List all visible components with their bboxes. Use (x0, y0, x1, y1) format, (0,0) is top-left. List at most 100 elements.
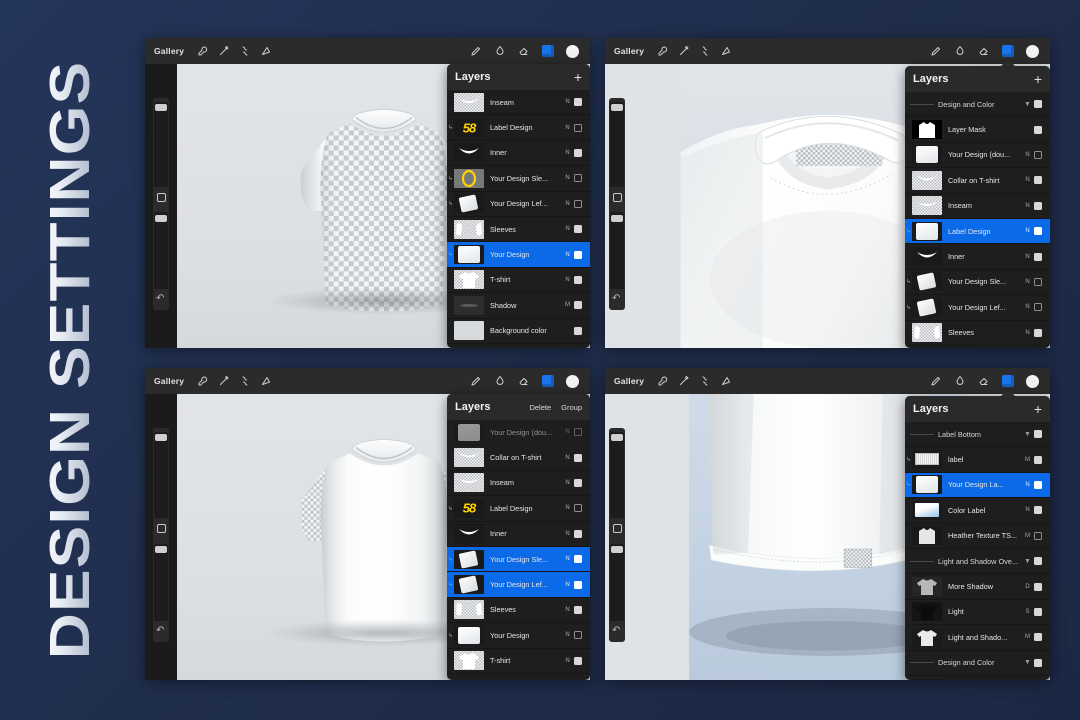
layer-thumbnail[interactable] (454, 651, 484, 670)
layer-blend-mode[interactable]: N (561, 658, 574, 664)
layer-row[interactable]: ↳ 58 Label Design N (447, 115, 590, 140)
selection-icon[interactable] (239, 45, 251, 57)
layer-thumbnail[interactable] (454, 550, 484, 569)
layer-thumbnail[interactable] (912, 501, 942, 520)
layer-row[interactable]: ↳ Your Design La... N (905, 473, 1050, 498)
layer-visibility-checkbox[interactable] (574, 174, 582, 182)
layer-blend-mode[interactable]: D (1021, 584, 1034, 590)
wrench-icon[interactable] (657, 45, 669, 57)
layers-icon[interactable] (1002, 45, 1014, 57)
transform-icon[interactable] (720, 375, 732, 387)
layer-thumbnail[interactable] (454, 296, 484, 315)
add-layer-button[interactable]: + (1034, 72, 1042, 86)
layer-visibility-checkbox[interactable] (1034, 557, 1042, 565)
layer-thumbnail[interactable] (912, 475, 942, 494)
layer-row[interactable]: Inseam N (447, 471, 590, 496)
layer-row[interactable]: Heather Texture TS... M (905, 524, 1050, 549)
layer-row[interactable]: ↳ Your Design N (447, 242, 590, 267)
layer-thumbnail[interactable] (912, 679, 942, 680)
layer-row[interactable]: Inner N (447, 141, 590, 166)
layer-visibility-checkbox[interactable] (574, 276, 582, 284)
brush-opacity-track[interactable] (154, 544, 168, 621)
layer-thumbnail[interactable] (454, 473, 484, 492)
layer-row[interactable]: Label Bottom ▼ (905, 422, 1050, 447)
layer-visibility-checkbox[interactable] (574, 225, 582, 233)
layer-row[interactable]: ↳ AOP Your Design N (905, 676, 1050, 680)
layer-blend-mode[interactable]: M (561, 302, 574, 308)
magic-wand-icon[interactable] (678, 45, 690, 57)
brush-opacity-track[interactable] (610, 544, 624, 621)
layer-row[interactable]: ↳ Your Design Sle... N (447, 547, 590, 572)
layer-row[interactable]: T-shirt N (447, 268, 590, 293)
layer-visibility-checkbox[interactable] (574, 606, 582, 614)
layer-blend-mode[interactable]: N (1021, 254, 1034, 260)
layer-visibility-checkbox[interactable] (574, 98, 582, 106)
layer-row[interactable]: ↳ Your Design Lef... N (447, 572, 590, 597)
layer-visibility-checkbox[interactable] (1034, 481, 1042, 489)
layer-visibility-checkbox[interactable] (574, 581, 582, 589)
layer-visibility-checkbox[interactable] (574, 555, 582, 563)
layer-row[interactable]: More Shadow D (905, 574, 1050, 599)
layer-blend-mode[interactable]: N (561, 556, 574, 562)
layer-visibility-checkbox[interactable] (1034, 583, 1042, 591)
layer-thumbnail[interactable] (454, 423, 484, 442)
brush-size-slider[interactable] (155, 434, 167, 441)
layer-thumbnail[interactable] (912, 577, 942, 596)
layer-visibility-checkbox[interactable] (1034, 151, 1042, 159)
layer-visibility-checkbox[interactable] (574, 301, 582, 309)
layer-visibility-checkbox[interactable] (574, 657, 582, 665)
magic-wand-icon[interactable] (218, 375, 230, 387)
layer-row[interactable]: Inner N (905, 244, 1050, 269)
smudge-icon[interactable] (494, 375, 506, 387)
brush-size-slider[interactable] (611, 104, 623, 111)
layer-thumbnail[interactable] (912, 526, 942, 545)
add-layer-button[interactable]: + (574, 70, 582, 84)
layer-thumbnail[interactable] (454, 321, 484, 340)
brush-opacity-track[interactable] (154, 212, 168, 288)
smudge-icon[interactable] (954, 375, 966, 387)
layer-thumbnail[interactable] (912, 298, 942, 317)
brush-opacity-slider[interactable] (611, 546, 623, 553)
wrench-icon[interactable] (197, 375, 209, 387)
layer-row[interactable]: Shadow M (447, 293, 590, 318)
layer-blend-mode[interactable]: N (561, 505, 574, 511)
layers-icon[interactable] (542, 375, 554, 387)
layer-thumbnail[interactable] (454, 220, 484, 239)
brush-opacity-slider[interactable] (155, 215, 167, 222)
layer-visibility-checkbox[interactable] (1034, 278, 1042, 286)
layer-row[interactable]: Design and Color ▼ (905, 651, 1050, 676)
layer-visibility-checkbox[interactable] (1034, 202, 1042, 210)
layer-row[interactable]: Sleeves N (447, 598, 590, 623)
gallery-button[interactable]: Gallery (614, 376, 644, 386)
undo-button[interactable]: ↶ (156, 294, 166, 304)
gallery-button[interactable]: Gallery (154, 376, 184, 386)
layer-thumbnail[interactable] (912, 196, 942, 215)
layer-blend-mode[interactable]: S (1021, 609, 1034, 615)
layer-thumbnail[interactable] (912, 222, 942, 241)
layer-blend-mode[interactable]: N (561, 582, 574, 588)
undo-button[interactable]: ↶ (612, 626, 622, 636)
color-swatch-icon[interactable] (566, 45, 579, 58)
modify-button[interactable] (157, 193, 166, 202)
layer-thumbnail[interactable] (454, 270, 484, 289)
transform-icon[interactable] (260, 375, 272, 387)
transform-icon[interactable] (260, 45, 272, 57)
layer-thumbnail[interactable] (454, 143, 484, 162)
layer-blend-mode[interactable]: N (561, 252, 574, 258)
eraser-icon[interactable] (518, 45, 530, 57)
layer-visibility-checkbox[interactable] (574, 200, 582, 208)
selection-icon[interactable] (699, 45, 711, 57)
layer-row[interactable]: Sleeves N (447, 217, 590, 242)
delete-button[interactable]: Delete (529, 403, 551, 412)
layer-row[interactable]: ↳ Your Design Lef... N (905, 295, 1050, 320)
layer-visibility-checkbox[interactable] (574, 124, 582, 132)
layer-visibility-checkbox[interactable] (1034, 633, 1042, 641)
layer-visibility-checkbox[interactable] (1034, 126, 1042, 134)
group-collapse-chevron[interactable]: ▼ (1021, 659, 1034, 666)
selection-icon[interactable] (699, 375, 711, 387)
modify-button[interactable] (157, 524, 166, 533)
color-swatch-icon[interactable] (1026, 45, 1039, 58)
layer-visibility-checkbox[interactable] (1034, 430, 1042, 438)
brush-size-track[interactable] (154, 102, 168, 187)
wrench-icon[interactable] (657, 375, 669, 387)
